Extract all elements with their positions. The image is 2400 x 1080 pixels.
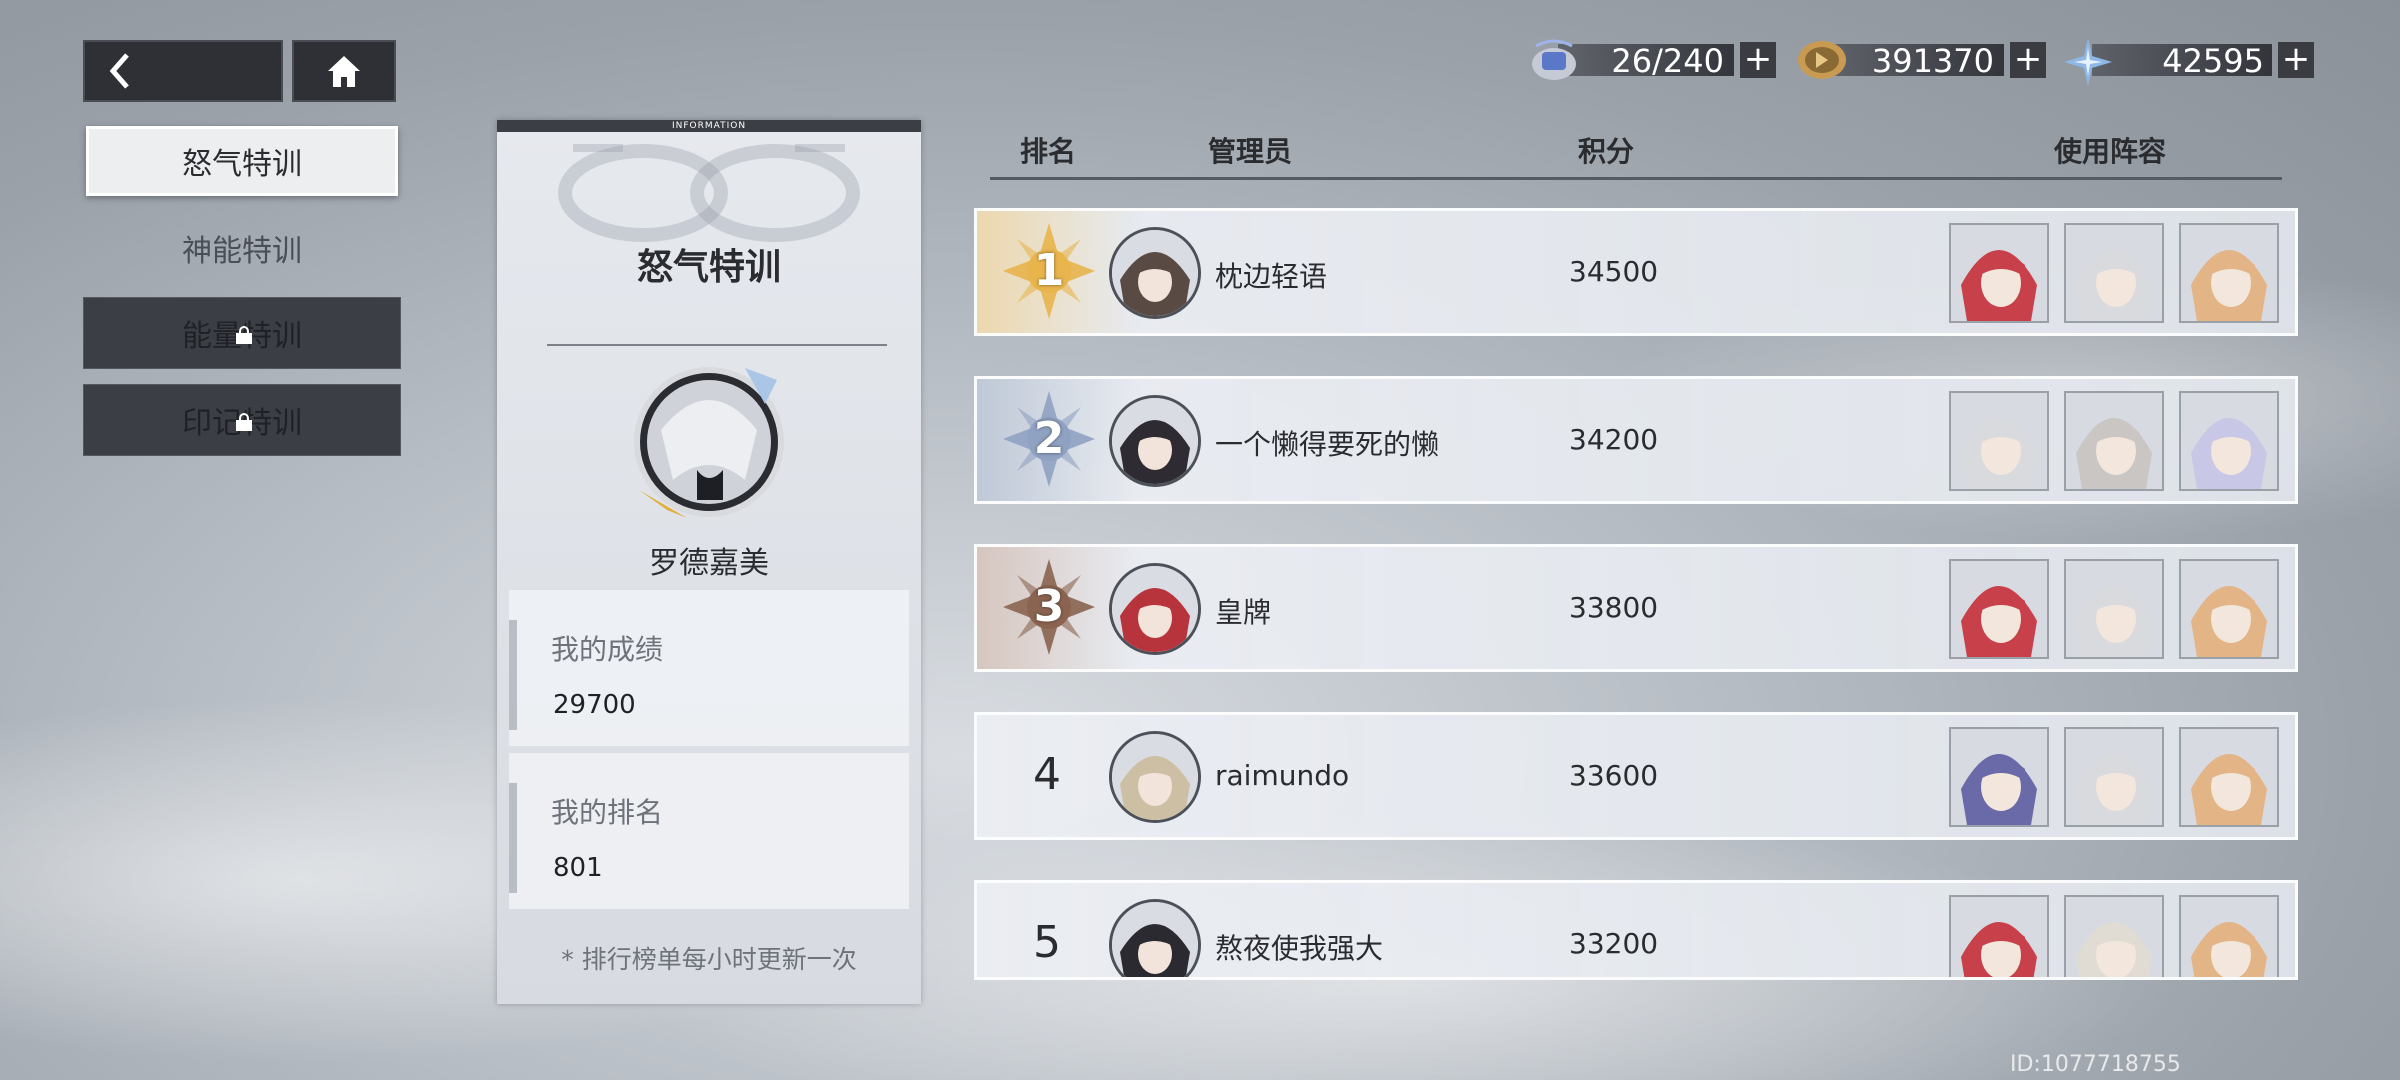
manager-score: 34200: [1569, 423, 1659, 456]
leaderboard-row[interactable]: 2 一个懒得要死的懒 34200: [974, 376, 2298, 504]
leaderboard-row[interactable]: 5 熬夜使我强大 33200: [974, 880, 2298, 980]
lineup-character-portrait[interactable]: [1949, 895, 2049, 977]
leaderboard-row[interactable]: 1 枕边轻语 34500: [974, 208, 2298, 336]
add-stamina-button[interactable]: +: [1740, 42, 1776, 78]
rank-number: 2: [1033, 413, 1065, 464]
manager-name: 一个懒得要死的懒: [1215, 428, 1440, 461]
manager-avatar[interactable]: [1109, 899, 1201, 977]
manager-score: 33600: [1569, 759, 1659, 792]
manager-avatar[interactable]: [1109, 731, 1201, 823]
rank-number: 1: [1033, 245, 1065, 296]
back-arrow-icon: [109, 53, 129, 89]
lineup-character-portrait[interactable]: [2064, 223, 2164, 323]
manager-avatar[interactable]: [1109, 395, 1201, 487]
coin-icon: [1798, 41, 1846, 79]
my-score-label: 我的成绩: [551, 633, 664, 666]
lineup-character-portrait[interactable]: [2064, 727, 2164, 827]
rank-number: 3: [1033, 581, 1065, 632]
lineup-character-portrait[interactable]: [1949, 223, 2049, 323]
lineup-character-portrait[interactable]: [2179, 895, 2279, 977]
manager-name: raimundo: [1215, 759, 1350, 792]
lineup-character-portrait[interactable]: [1949, 559, 2049, 659]
manager-name: 枕边轻语: [1215, 260, 1328, 293]
bronze-medal-icon: 3: [999, 557, 1099, 657]
lineup-character-portrait[interactable]: [2064, 559, 2164, 659]
crystal-counter: 42595 +: [2062, 38, 2318, 86]
lineup-character-portrait[interactable]: [2179, 727, 2279, 827]
menu-psionic-training[interactable]: 神能特训: [83, 212, 401, 284]
menu-rage-training[interactable]: 怒气特训: [86, 126, 398, 196]
column-rank: 排名: [1020, 135, 1077, 168]
info-header: INFORMATION: [497, 120, 921, 132]
manager-avatar[interactable]: [1109, 563, 1201, 655]
lock-icon: [236, 326, 252, 344]
lineup-character-portrait[interactable]: [1949, 391, 2049, 491]
menu-mark-training[interactable]: 印记特训: [83, 384, 401, 456]
add-coin-button[interactable]: +: [2010, 42, 2046, 78]
update-footnote: * 排行榜单每小时更新一次: [561, 945, 857, 974]
stamina-counter: 26/240 +: [1528, 38, 1780, 82]
lineup-character-portrait[interactable]: [2179, 391, 2279, 491]
my-rank-label: 我的排名: [551, 796, 664, 829]
column-lineup: 使用阵容: [2054, 135, 2167, 168]
coin-counter: 391370 +: [1796, 38, 2050, 82]
silver-medal-icon: 2: [999, 389, 1099, 489]
lineup-character-portrait[interactable]: [2179, 559, 2279, 659]
rank-number: 4: [1033, 749, 1061, 800]
home-icon: [328, 56, 360, 87]
lineup-character-portrait[interactable]: [2179, 223, 2279, 323]
rank-number: 5: [1033, 917, 1061, 968]
my-score-value: 29700: [553, 690, 636, 720]
manager-score: 33200: [1569, 927, 1659, 960]
player-avatar: [634, 367, 784, 518]
add-crystal-button[interactable]: +: [2278, 42, 2314, 78]
lineup-character-portrait[interactable]: [1949, 727, 2049, 827]
my-rank-value: 801: [553, 853, 603, 883]
emblem-watermark: [558, 144, 860, 242]
my-score-box: 我的成绩 29700: [509, 590, 909, 746]
panel-title: 怒气特训: [636, 247, 781, 288]
lineup-character-portrait[interactable]: [2064, 391, 2164, 491]
home-button[interactable]: [292, 40, 396, 102]
manager-score: 34500: [1569, 255, 1659, 288]
divider: [547, 344, 887, 346]
leaderboard-row[interactable]: 3 皇牌 33800: [974, 544, 2298, 672]
column-score: 积分: [1578, 135, 1635, 168]
user-id: ID:1077718755: [2010, 1052, 2181, 1077]
stamina-icon: [1532, 39, 1576, 80]
crystal-icon: [2064, 38, 2112, 86]
info-panel: INFORMATION 怒气特训 罗德嘉美 我的成绩 29700 我的排名 80…: [497, 120, 921, 1004]
player-name: 罗德嘉美: [649, 546, 769, 581]
header-divider: [990, 177, 2282, 180]
column-manager: 管理员: [1208, 135, 1293, 168]
lineup-character-portrait[interactable]: [2064, 895, 2164, 977]
manager-name: 熬夜使我强大: [1215, 932, 1384, 965]
leaderboard-row[interactable]: 4 raimundo 33600: [974, 712, 2298, 840]
menu-energy-training[interactable]: 能量特训: [83, 297, 401, 369]
my-rank-box: 我的排名 801: [509, 753, 909, 909]
manager-avatar[interactable]: [1109, 227, 1201, 319]
manager-score: 33800: [1569, 591, 1659, 624]
lock-icon: [236, 413, 252, 431]
gold-medal-icon: 1: [999, 221, 1099, 321]
back-button[interactable]: [83, 40, 283, 102]
manager-name: 皇牌: [1215, 596, 1272, 629]
